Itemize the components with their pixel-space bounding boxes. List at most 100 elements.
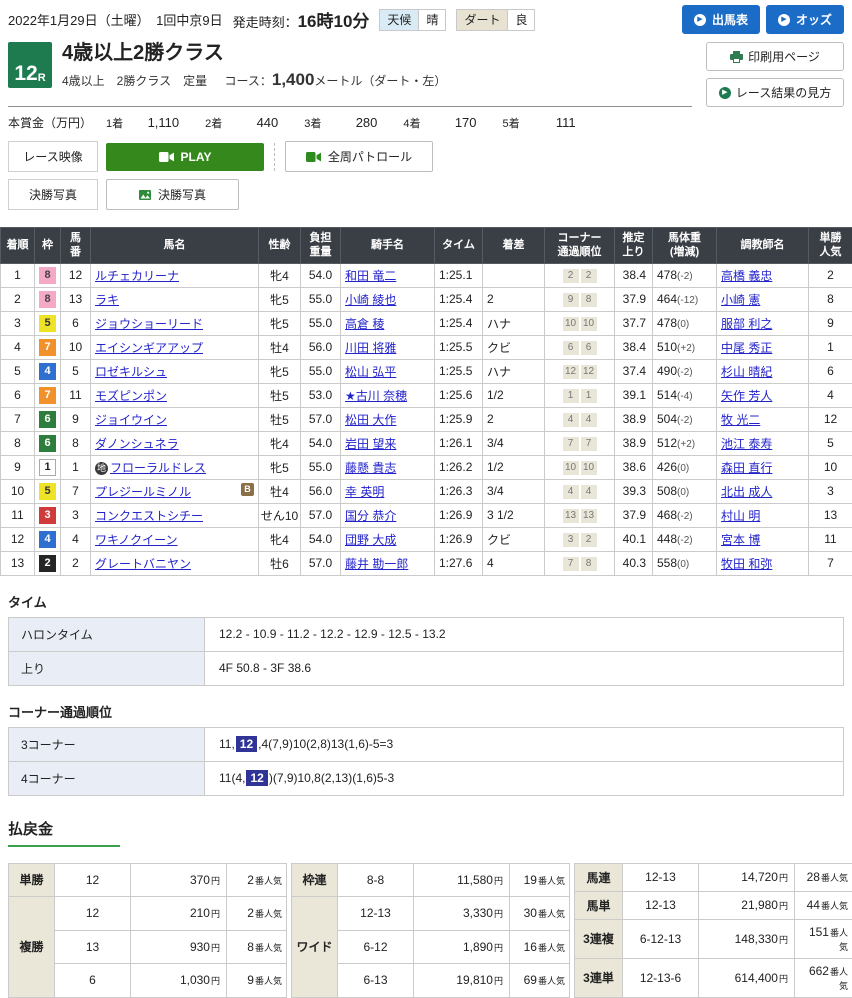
- print-page-label: 印刷用ページ: [748, 48, 820, 65]
- margin: 3 1/2: [483, 503, 545, 527]
- trainer-link[interactable]: 池江 泰寿: [721, 437, 772, 451]
- body-weight-cell: 512(+2): [653, 431, 717, 455]
- horse-name-link[interactable]: ワキノクイーン: [95, 533, 178, 547]
- umaren-label: 馬連: [575, 863, 623, 891]
- horse-name-link[interactable]: エイシンギアアップ: [95, 341, 203, 355]
- waku-cell: 4: [35, 527, 61, 551]
- jockey-cell: 高倉 稜: [341, 311, 435, 335]
- wide-label: ワイド: [292, 897, 338, 998]
- prize-item: 4着170: [403, 115, 494, 131]
- trainer-link[interactable]: 北出 成人: [721, 485, 772, 499]
- horse-name-link[interactable]: ジョイウイン: [95, 413, 167, 427]
- jockey-link[interactable]: 高倉 稜: [345, 317, 384, 331]
- horse-name-link[interactable]: ラキ: [95, 293, 119, 307]
- jockey-link[interactable]: 幸 英明: [345, 485, 384, 499]
- col-waku: 枠: [35, 228, 61, 264]
- print-page-button[interactable]: 印刷用ページ: [706, 42, 844, 71]
- trainer-link[interactable]: 牧田 和弥: [721, 557, 772, 571]
- horse-name-link[interactable]: モズピンポン: [95, 389, 167, 403]
- patrol-video-button[interactable]: 全周パトロール: [285, 141, 433, 172]
- wakuren-popularity: 19番人気: [510, 863, 570, 897]
- last-up-label: 上り: [9, 651, 205, 685]
- body-weight-cell: 508(0): [653, 479, 717, 503]
- trainer-link[interactable]: 小崎 憲: [721, 293, 760, 307]
- margin: [483, 263, 545, 287]
- fukusho-combo: 12: [55, 897, 131, 931]
- horse-name-cell: ワキノクイーン: [91, 527, 259, 551]
- tansho-combo: 12: [55, 863, 131, 897]
- horse-name-cell: ロゼキルシュ: [91, 359, 259, 383]
- time: 1:26.2: [435, 455, 483, 479]
- jockey-link[interactable]: 松山 弘平: [345, 365, 396, 379]
- sanrenpuku-label: 3連複: [575, 919, 623, 958]
- corner-order-4: 8: [581, 557, 597, 571]
- finish-position: 13: [1, 551, 35, 575]
- win-popularity: 12: [809, 407, 852, 431]
- trainer-link[interactable]: 村山 明: [721, 509, 760, 523]
- body-weight-cell: 490(-2): [653, 359, 717, 383]
- horse-number: 3: [61, 503, 91, 527]
- jockey-link[interactable]: 松田 大作: [345, 413, 396, 427]
- body-weight-diff: (-2): [677, 415, 693, 426]
- jockey-link[interactable]: 岩田 望来: [345, 437, 396, 451]
- trainer-link[interactable]: 中尾 秀正: [721, 341, 772, 355]
- umatan-combo: 12-13: [623, 891, 699, 919]
- time: 1:25.1: [435, 263, 483, 287]
- trainer-link[interactable]: 服部 利之: [721, 317, 772, 331]
- body-weight: 478: [657, 316, 677, 330]
- jockey-link[interactable]: 団野 大成: [345, 533, 396, 547]
- corner-order-cell: 98: [545, 287, 615, 311]
- trainer-link[interactable]: 牧 光二: [721, 413, 760, 427]
- results-table-header: 着順 枠 馬 番 馬名 性齢 負担 重量 騎手名 タイム 着差 コーナー 通過順…: [1, 228, 852, 264]
- win-popularity: 8: [809, 287, 852, 311]
- table-row: 10 5 7 プレジールミノルB 牡4 56.0 幸 英明 1:26.3 3/4…: [1, 479, 852, 503]
- trainer-link[interactable]: 宮本 博: [721, 533, 760, 547]
- track-value: 良: [507, 10, 534, 30]
- finish-position: 4: [1, 335, 35, 359]
- horse-name-link[interactable]: コンクエストシチー: [95, 509, 203, 523]
- horse-name-link[interactable]: ルチェカリーナ: [95, 269, 179, 283]
- corner-order-cell: 66: [545, 335, 615, 359]
- horse-name-link[interactable]: グレートバニヤン: [95, 557, 191, 571]
- wide-combo: 12-13: [338, 897, 414, 931]
- jockey-link[interactable]: 藤井 勘一郎: [345, 557, 408, 571]
- wakuren-row: 枠連 8-8 11,580円 19番人気: [292, 863, 570, 897]
- trainer-link[interactable]: 矢作 芳人: [721, 389, 772, 403]
- trainer-cell: 服部 利之: [717, 311, 809, 335]
- sanrenpuku-amount: 148,330円: [699, 919, 795, 958]
- jockey-cell: 藤懸 貴志: [341, 455, 435, 479]
- horse-name-link[interactable]: ロゼキルシュ: [95, 365, 167, 379]
- horse-name-link[interactable]: ダノンシュネラ: [95, 437, 179, 451]
- jockey-link[interactable]: ★古川 奈穂: [345, 389, 407, 403]
- corner-order-3: 9: [563, 293, 579, 307]
- sex-age: 牝5: [259, 311, 301, 335]
- odds-button[interactable]: ▶ オッズ: [766, 5, 844, 34]
- jockey-link[interactable]: 川田 将雅: [345, 341, 396, 355]
- corner-order-4: 1: [581, 389, 597, 403]
- jockey-link[interactable]: 和田 竜二: [345, 269, 396, 283]
- horse-name-link[interactable]: プレジールミノル: [95, 485, 191, 499]
- horse-name-link[interactable]: フローラルドレス: [110, 461, 206, 475]
- results-guide-button[interactable]: ▶ レース結果の見方: [706, 78, 844, 107]
- jockey-link[interactable]: 小崎 綾也: [345, 293, 396, 307]
- waku-badge: 5: [39, 315, 56, 332]
- prize-money-items: 1着1,1102着4403着2804着1705着111: [106, 115, 602, 131]
- side-buttons: 印刷用ページ ▶ レース結果の見方: [706, 42, 844, 107]
- last-up-value: 4F 50.8 - 3F 38.6: [205, 651, 844, 685]
- jockey-link[interactable]: 藤懸 貴志: [345, 461, 396, 475]
- trainer-link[interactable]: 森田 直行: [721, 461, 772, 475]
- corner-order-3: 10: [563, 461, 579, 475]
- horse-name-link[interactable]: ジョウショーリード: [95, 317, 203, 331]
- carried-weight: 54.0: [301, 527, 341, 551]
- finish-photo-button[interactable]: 決勝写真: [106, 179, 239, 210]
- body-weight: 448: [657, 532, 677, 546]
- play-button[interactable]: PLAY: [106, 143, 264, 171]
- entries-button[interactable]: ▶ 出馬表: [682, 5, 760, 34]
- margin: 2: [483, 287, 545, 311]
- trainer-link[interactable]: 高橋 義忠: [721, 269, 772, 283]
- time: 1:27.6: [435, 551, 483, 575]
- jockey-link[interactable]: 国分 恭介: [345, 509, 396, 523]
- trainer-link[interactable]: 杉山 晴紀: [721, 365, 772, 379]
- sex-age: 牡5: [259, 407, 301, 431]
- umatan-popularity: 44番人気: [795, 891, 852, 919]
